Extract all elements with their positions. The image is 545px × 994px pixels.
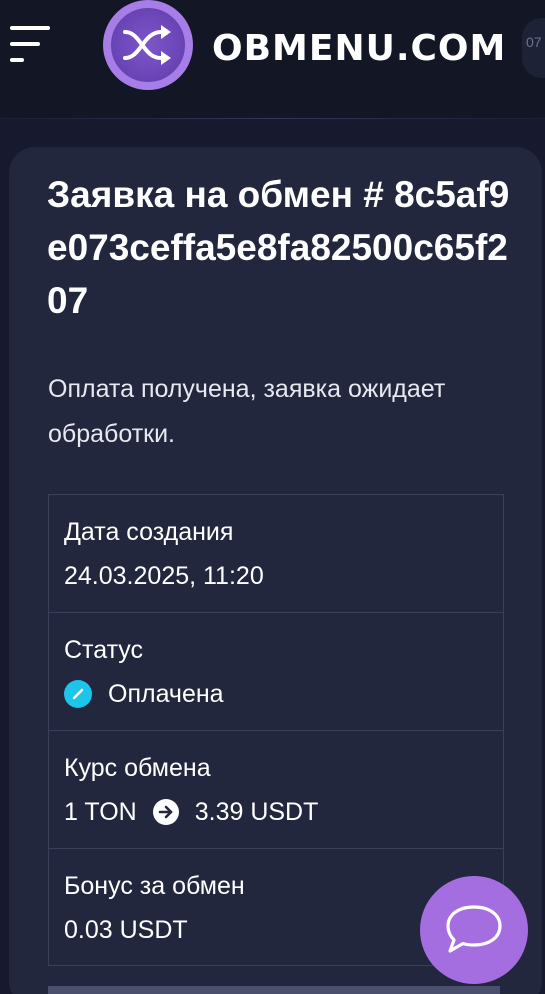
created-label: Дата создания (64, 518, 234, 546)
detail-row-status: Статус Оплачена (49, 613, 503, 731)
bottom-partial-button[interactable] (48, 986, 500, 994)
header-clipped-element[interactable]: 07 (522, 18, 545, 78)
logo-text[interactable]: OBMENU.COM (212, 28, 506, 69)
detail-row-rate: Курс обмена 1 TON 3.39 USDT (49, 731, 503, 849)
exchange-arrows-icon[interactable] (103, 0, 193, 90)
rate-from: 1 TON (64, 798, 137, 826)
rate-value-wrap: 1 TON 3.39 USDT (64, 797, 503, 827)
created-value: 24.03.2025, 11:20 (64, 562, 264, 590)
hamburger-menu-icon[interactable] (0, 22, 60, 72)
status-badge: Оплачена (108, 680, 224, 708)
detail-row-created: Дата создания 24.03.2025, 11:20 (49, 495, 503, 613)
rate-to: 3.39 USDT (194, 798, 319, 826)
arrow-right-circle-icon (152, 799, 179, 825)
slash-circle-icon (64, 680, 92, 708)
status-label: Статус (64, 636, 144, 664)
order-status-message: Оплата получена, заявка ожидает обработк… (48, 375, 446, 448)
chat-bubble-icon (446, 905, 502, 953)
status-value-wrap: Оплачена (64, 679, 503, 709)
rate-label: Курс обмена (64, 754, 211, 782)
chat-button[interactable] (420, 876, 528, 984)
header-divider (0, 118, 545, 119)
page-title: Заявка на обмен # 8c5af9e073ceffa5e8fa82… (47, 174, 510, 321)
app-header: OBMENU.COM 07 (0, 0, 545, 118)
